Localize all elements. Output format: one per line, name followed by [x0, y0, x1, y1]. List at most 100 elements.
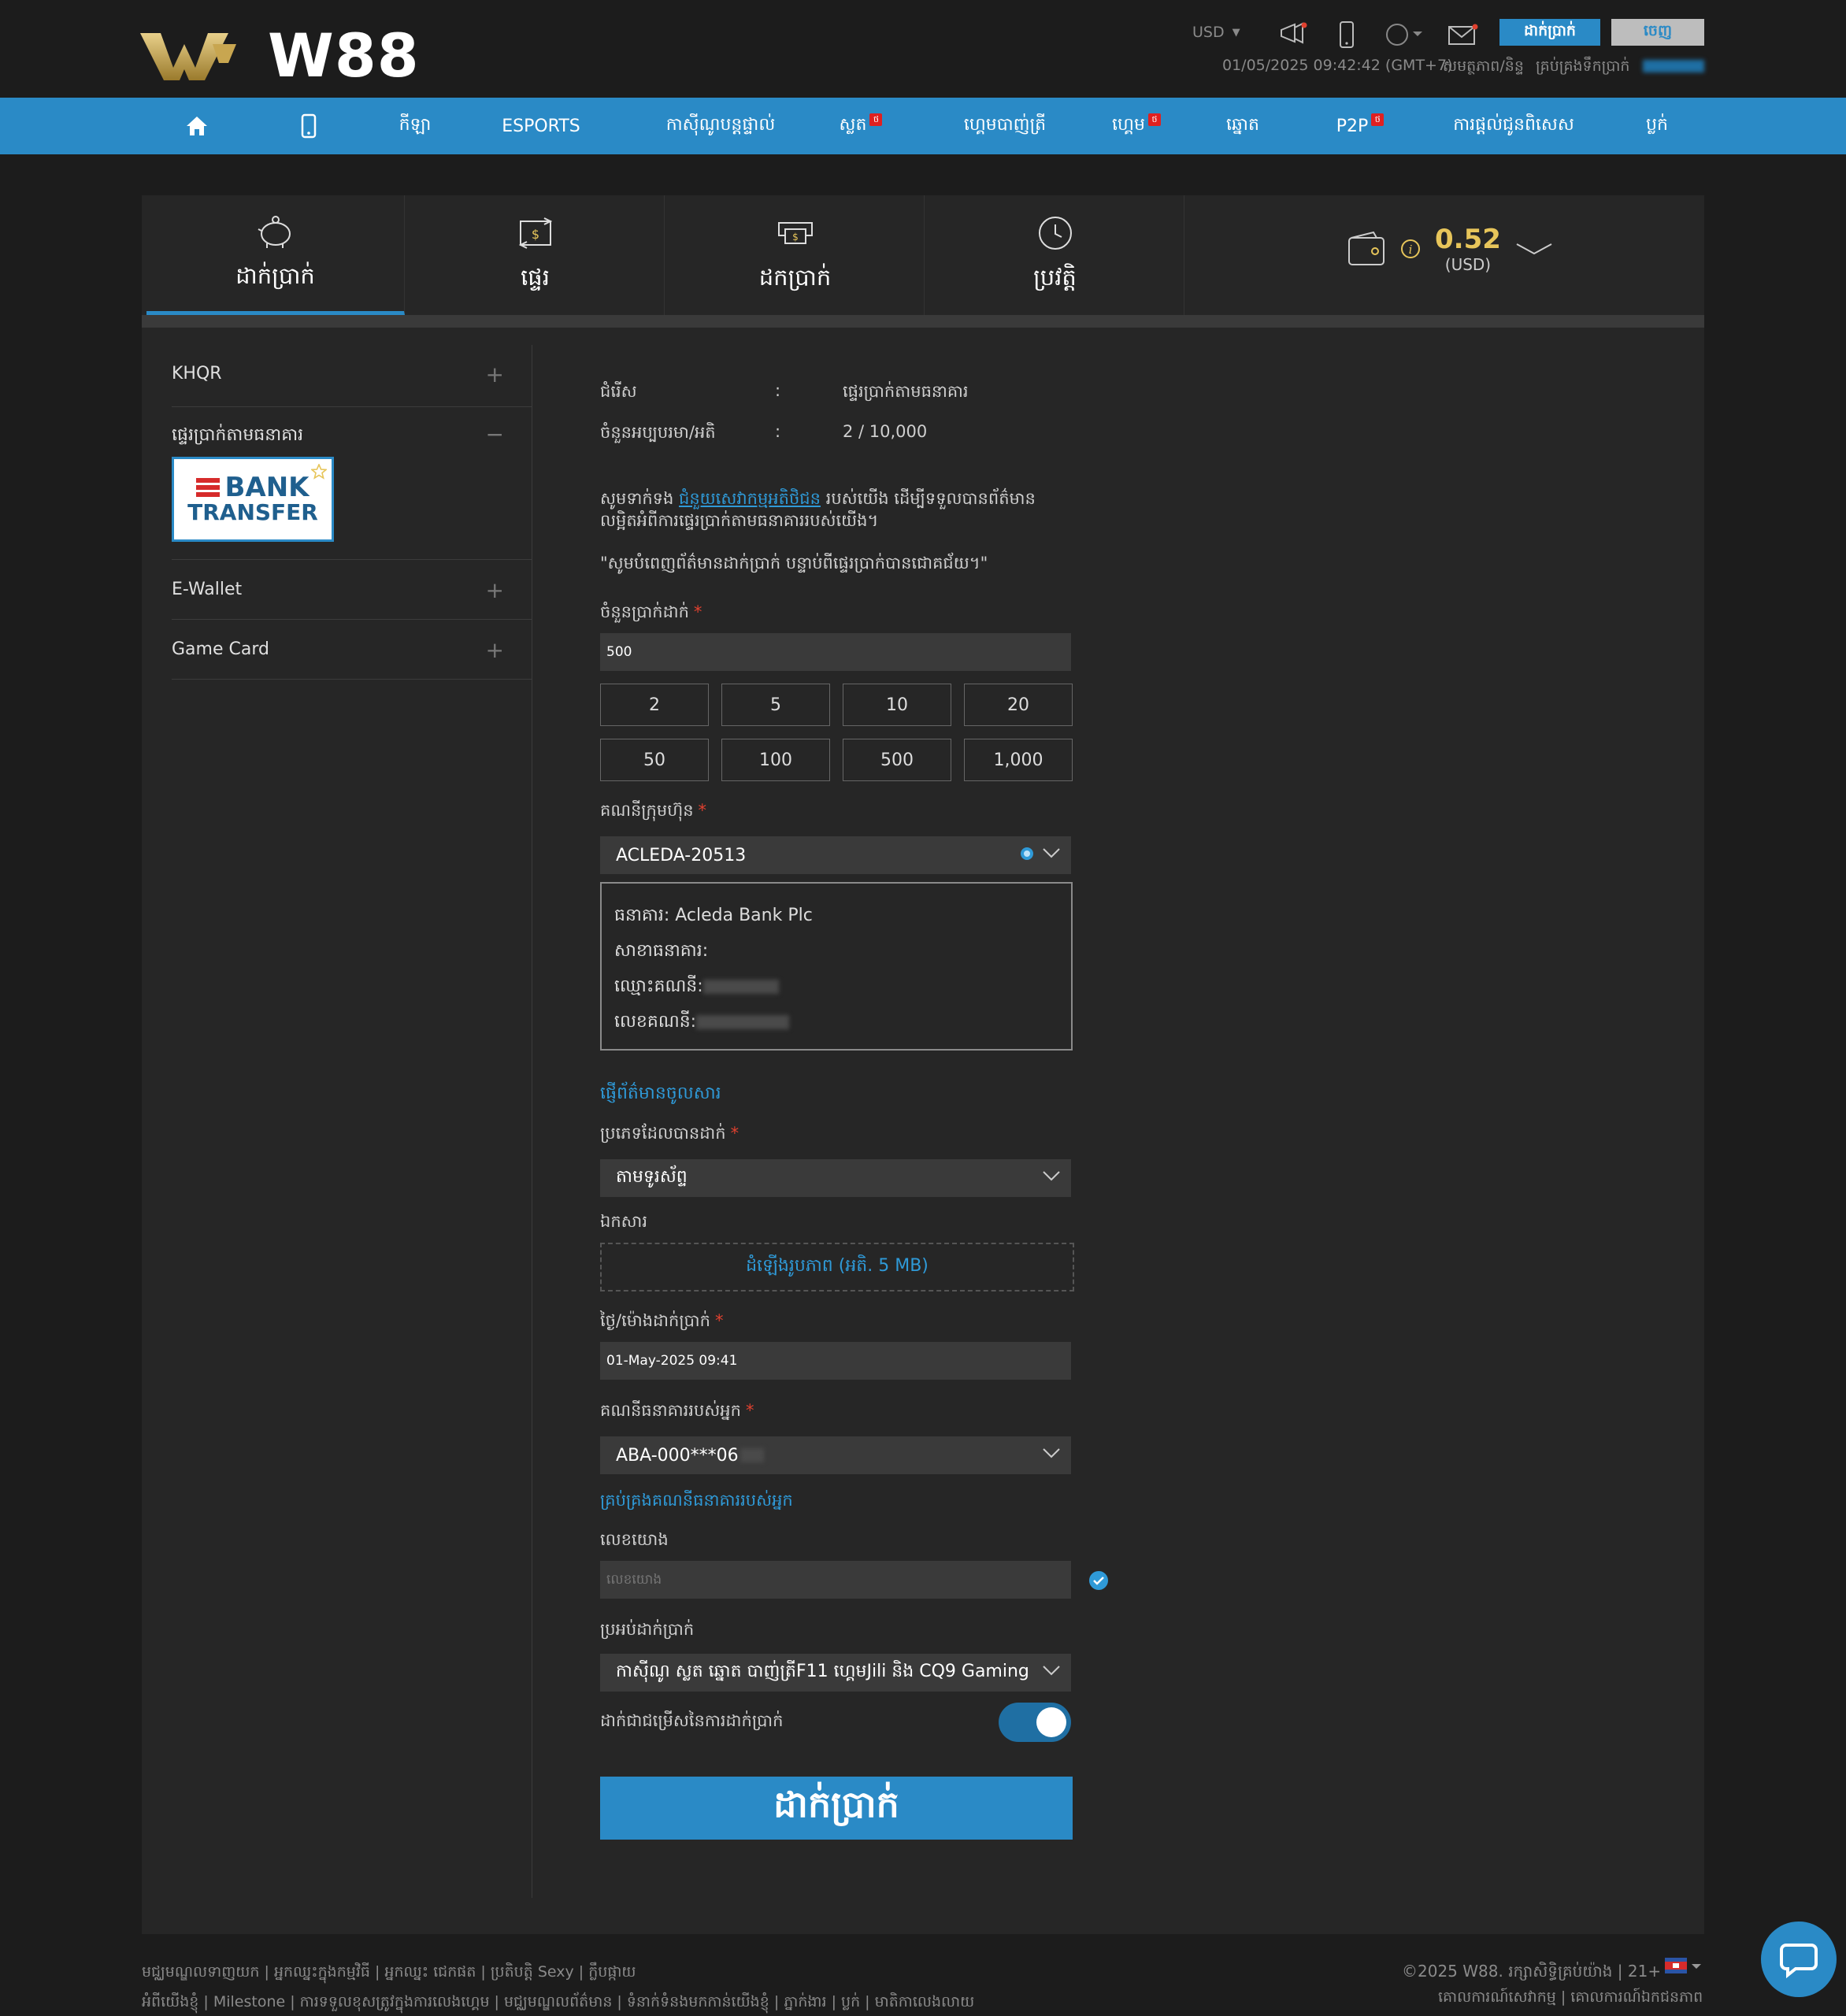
member-link[interactable]: សមត្ថភាព/និន្ទ — [1443, 57, 1524, 79]
your-account-select[interactable]: ABA-000***06 — [600, 1436, 1071, 1474]
main-nav: កីឡា ESPORTS កាស៊ីណូបន្តផ្ទាល់ ស្លតថ ហ្គ… — [0, 98, 1846, 154]
send-info-link[interactable]: ផ្ញើព័ត៌មានចូលសារ — [600, 1082, 721, 1107]
policy-links[interactable]: គោលការណ៍សេវាកម្ម | គោលការណ៍ឯកជនភាព — [1438, 1988, 1703, 2010]
w88-logo-mark-icon — [140, 32, 236, 80]
company-account-label: គណនីក្រុមហ៊ុន * — [600, 801, 707, 820]
nav-mobile[interactable] — [285, 98, 332, 154]
tab-deposit[interactable]: ដាក់ប្រាក់ — [146, 195, 405, 315]
balance-amount: 0.52 — [1435, 224, 1501, 255]
bonus-label: ប្រអប់ដាក់ប្រាក់ — [600, 1620, 695, 1639]
sidebar-item-label: Game Card — [172, 639, 269, 659]
bonus-select[interactable]: កាស៊ីណូ ស្លត ឆ្នោត បាញ់ត្រីF11 ហ្គេមJili… — [600, 1654, 1071, 1692]
currency-select[interactable]: USD ▼ — [1192, 24, 1240, 41]
redacted-digits — [740, 1448, 764, 1462]
piggy-bank-icon — [258, 215, 291, 248]
nav-esports[interactable]: ESPORTS — [496, 98, 586, 154]
note-text: សូមទាក់ទង ជំនួយសេវាកម្មអតិថិជន របស់យើង ដ… — [600, 489, 1036, 508]
copyright: ©2025 W88. រក្សាសិទ្ធិគ្រប់យ៉ាង | 21+ — [1402, 1962, 1662, 1981]
your-account-value: ABA-000***06 — [616, 1445, 739, 1466]
amount-chip-10[interactable]: 10 — [843, 684, 951, 726]
amount-chip-500[interactable]: 500 — [843, 739, 951, 781]
nav-home[interactable] — [173, 98, 221, 154]
amount-chip-100[interactable]: 100 — [721, 739, 830, 781]
minmax-label: ចំនួនអប្បបរមា/អតិ — [600, 423, 716, 442]
bank-name-line: ធនាគារ: Acleda Bank Plc — [614, 906, 813, 925]
live-chat-button[interactable] — [1761, 1922, 1837, 1997]
upload-image-button[interactable]: ដំឡើងរូបភាព (អតិ. 5 MB) — [600, 1243, 1074, 1292]
sidebar-item-bank-transfer[interactable]: ផ្ទេរប្រាក់តាមធនាគារ − — [172, 424, 532, 449]
currency-label: USD — [1192, 24, 1225, 41]
chevron-down-icon — [1043, 848, 1060, 858]
wallet-icon — [1348, 231, 1384, 265]
deposit-type-value: តាមទូរស័ព្ទ — [616, 1167, 688, 1187]
new-badge: ថ — [1371, 113, 1384, 126]
colon: : — [775, 381, 781, 400]
mobile-icon[interactable] — [1339, 20, 1355, 49]
manage-funds-link[interactable]: គ្រប់គ្រងទឹកប្រាក់ — [1536, 57, 1630, 79]
new-badge: ថ — [869, 113, 883, 126]
nav-slots[interactable]: ស្លតថ — [827, 98, 895, 154]
tab-transfer[interactable]: $ ផ្ទេរ — [406, 195, 665, 315]
status-dot-icon — [1021, 847, 1033, 860]
chevron-down-icon[interactable] — [1515, 241, 1553, 257]
tab-label: ប្រវត្តិ — [1033, 264, 1077, 291]
amount-chip-1000[interactable]: 1,000 — [964, 739, 1073, 781]
balance-currency: (USD) — [1444, 255, 1492, 274]
mail-icon[interactable] — [1448, 22, 1479, 47]
info-icon[interactable]: i — [1400, 239, 1421, 259]
nav-promotions[interactable]: ការផ្ដល់ជូនពិសេស — [1451, 98, 1577, 154]
reference-label: លេខយោង — [600, 1530, 669, 1549]
nav-fishing[interactable]: ហ្គេមបាញ់ត្រី — [942, 98, 1068, 154]
sidebar-item-khqr[interactable]: KHQR + — [172, 364, 532, 386]
header-deposit-button[interactable]: ដាក់ប្រាក់ — [1499, 19, 1600, 46]
amount-chip-2[interactable]: 2 — [600, 684, 709, 726]
logout-button[interactable]: ចេញ — [1611, 19, 1704, 46]
reference-input[interactable] — [600, 1561, 1071, 1599]
chat-bubble-icon — [1780, 1944, 1818, 1978]
tab-withdraw[interactable]: $ ដកប្រាក់ — [666, 195, 925, 315]
document-label: ឯកសារ — [600, 1212, 647, 1231]
method-label: ជំរើស — [600, 382, 637, 401]
sidebar-item-label: E-Wallet — [172, 580, 243, 599]
nav-sports[interactable]: កីឡា — [389, 98, 441, 154]
nav-p2p[interactable]: P2P ថ — [1326, 98, 1394, 154]
bonus-value: កាស៊ីណូ ស្លត ឆ្នោត បាញ់ត្រីF11 ហ្គេមJili… — [616, 1662, 1029, 1681]
default-option-toggle[interactable] — [999, 1703, 1071, 1742]
tab-history[interactable]: ប្រវត្តិ — [926, 195, 1184, 315]
company-account-select[interactable]: ACLEDA-20513 — [600, 836, 1071, 874]
footer-links-row-2[interactable]: អំពីយើងខ្ញុំ | Milestone | ការទទួលខុសត្រ… — [142, 1992, 974, 2014]
expand-icon: + — [485, 577, 504, 603]
amount-input[interactable]: 500 — [600, 633, 1071, 671]
wallet-balance[interactable]: i 0.52 (USD) — [1347, 224, 1553, 274]
cambodia-flag-icon[interactable] — [1665, 1958, 1703, 1978]
datetime-input[interactable]: 01-May-2025 09:41 — [600, 1342, 1071, 1380]
toggle-knob — [1036, 1707, 1066, 1737]
deposit-type-select[interactable]: តាមទូរស័ព្ទ — [600, 1159, 1071, 1197]
nav-blog[interactable]: ប្លក់ — [1640, 98, 1674, 154]
chevron-down-icon — [1043, 1448, 1060, 1458]
sidebar-item-ewallet[interactable]: E-Wallet + — [172, 577, 532, 603]
bank-transfer-option[interactable]: BANK TRANSFER — [172, 457, 334, 542]
amount-chip-20[interactable]: 20 — [964, 684, 1073, 726]
method-value: ផ្ទេរប្រាក់តាមធនាគារ — [843, 382, 969, 401]
megaphone-icon[interactable] — [1279, 20, 1307, 47]
note-quote: "សូមបំពេញព័ត៌មានដាក់ប្រាក់ បន្ទាប់ពីផ្ទេ… — [600, 554, 988, 573]
customer-support-link[interactable]: ជំនួយសេវាកម្មអតិថិជន — [679, 489, 821, 508]
nav-live-casino[interactable]: កាស៊ីណូបន្តផ្ទាល់ — [646, 98, 795, 154]
mobile-icon — [301, 113, 317, 139]
sidebar-item-game-card[interactable]: Game Card + — [172, 639, 532, 662]
datetime-label: ថ្ងៃ/ម៉ោងដាក់ប្រាក់ * — [600, 1311, 724, 1330]
brand-logo[interactable]: W88 — [140, 20, 420, 91]
svg-text:$: $ — [531, 227, 539, 242]
amount-chip-5[interactable]: 5 — [721, 684, 830, 726]
manage-bank-accounts-link[interactable]: គ្រប់គ្រងគណនីធនាគាររបស់អ្នក — [600, 1490, 793, 1514]
bank-stripes-icon — [196, 478, 221, 497]
withdraw-icon: $ — [777, 222, 813, 244]
redacted-account-number — [696, 1015, 790, 1029]
nav-games[interactable]: ហ្គេមថ — [1101, 98, 1172, 154]
footer-links-row-1[interactable]: មជ្ឈមណ្ឌលទាញយក | អ្នកឈ្នះក្នុងកម្មវិធី |… — [142, 1962, 636, 1984]
submit-deposit-button[interactable]: ដាក់ប្រាក់ — [600, 1777, 1073, 1840]
nav-lottery[interactable]: ឆ្នោត — [1224, 98, 1262, 154]
amount-chip-50[interactable]: 50 — [600, 739, 709, 781]
language-icon[interactable] — [1384, 22, 1424, 47]
